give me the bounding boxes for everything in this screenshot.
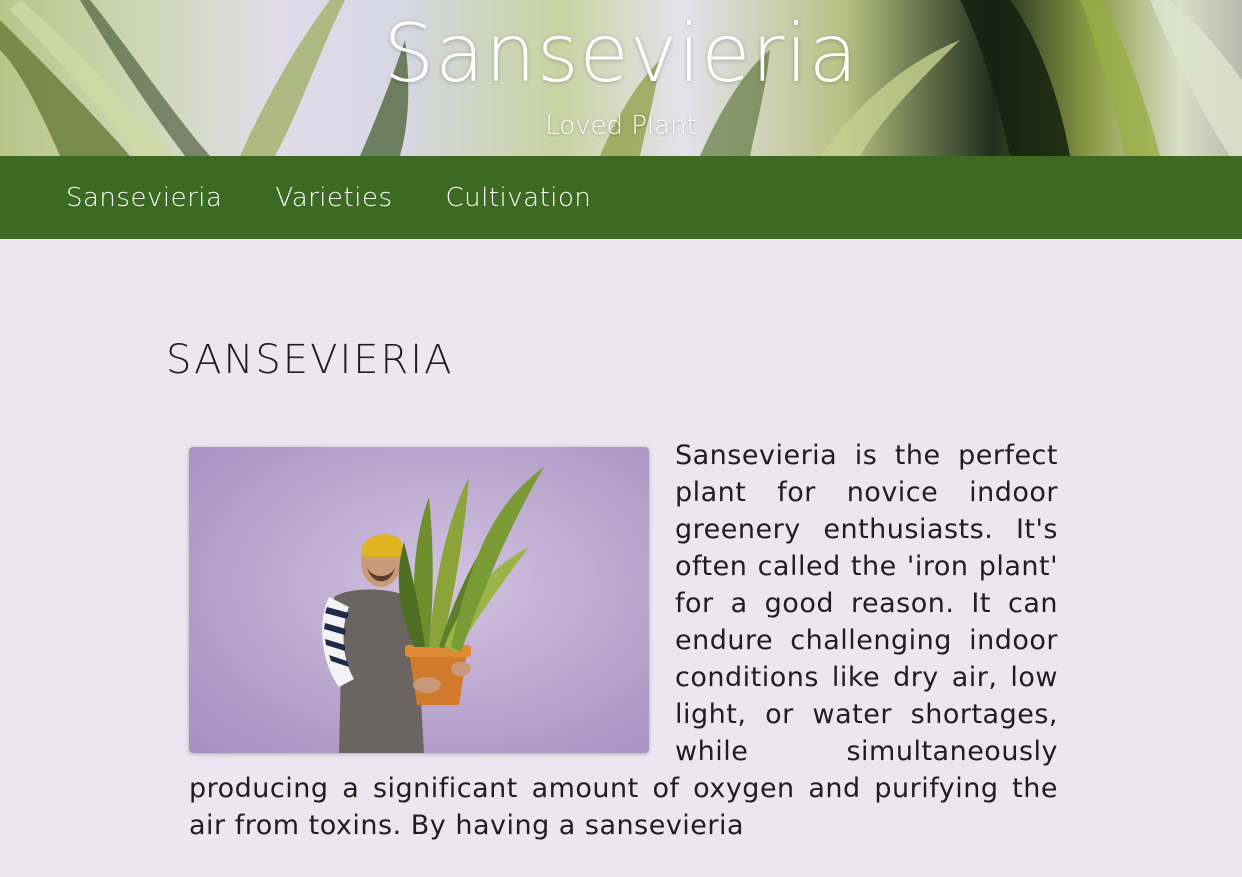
site-title: Sansevieria bbox=[383, 7, 859, 100]
man-holding-snake-plant-photo bbox=[189, 447, 649, 753]
main-navigation: Sansevieria Varieties Cultivation bbox=[0, 156, 1242, 239]
header-banner: Sansevieria Loved Plant bbox=[0, 0, 1242, 156]
page-title: SANSEVIERIA bbox=[166, 337, 454, 383]
article: Sansevieria is the perfect plant for nov… bbox=[189, 437, 1058, 844]
site-subtitle: Loved Plant bbox=[545, 111, 697, 141]
nav-item-varieties[interactable]: Varieties bbox=[275, 183, 392, 213]
nav-item-sansevieria[interactable]: Sansevieria bbox=[66, 183, 222, 213]
nav-item-cultivation[interactable]: Cultivation bbox=[446, 183, 592, 213]
